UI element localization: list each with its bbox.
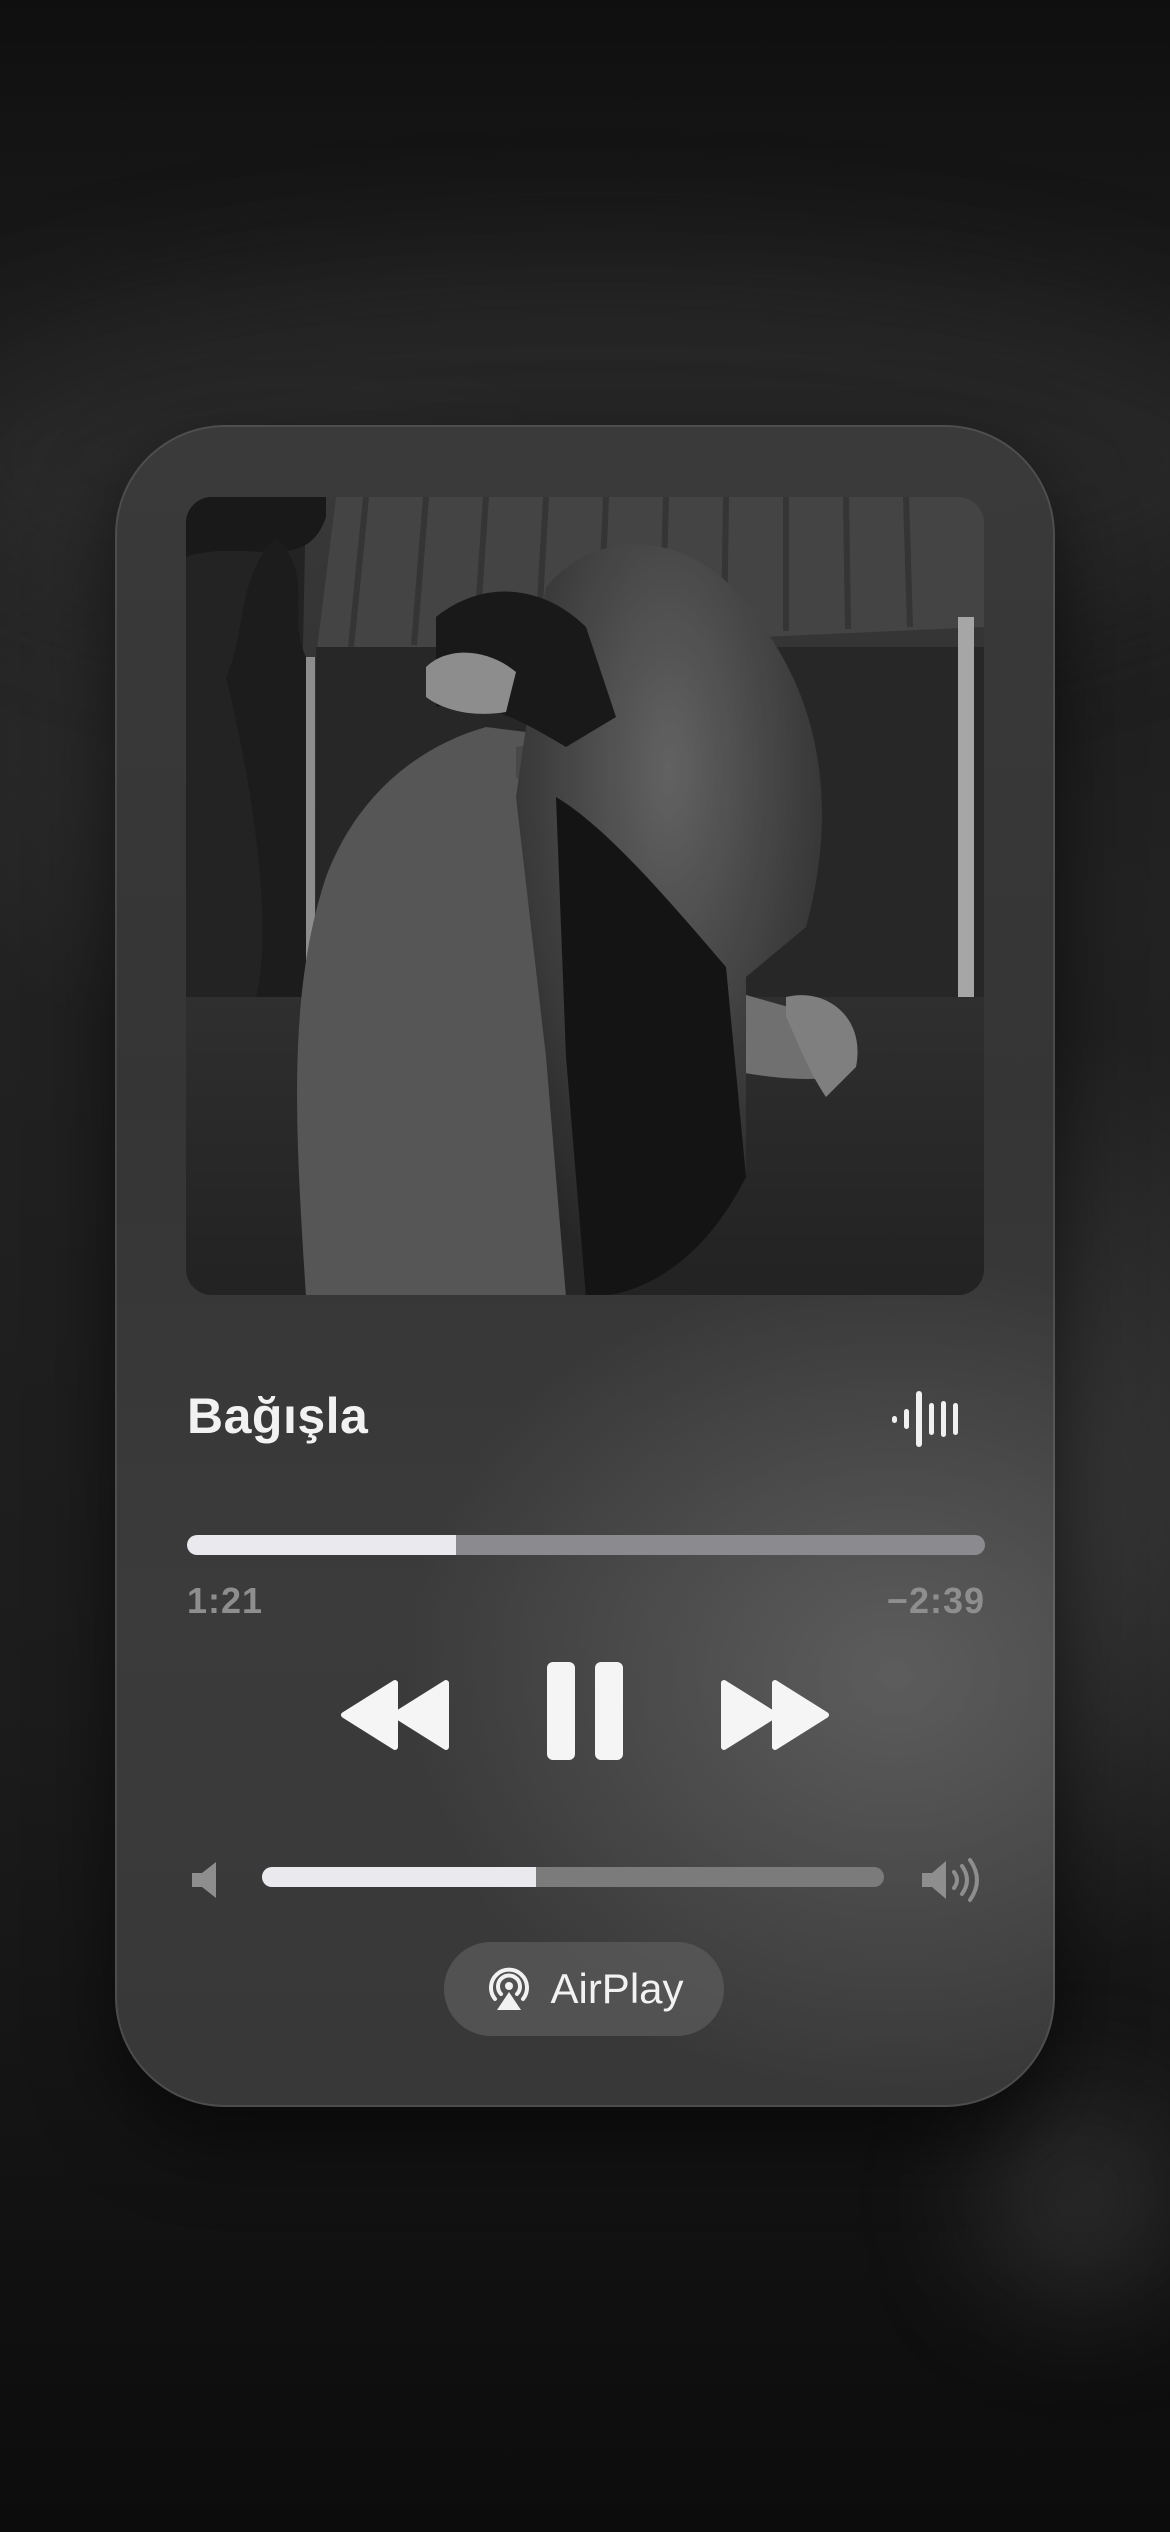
waveform-icon[interactable] — [890, 1389, 960, 1449]
playback-scrubber-fill — [187, 1535, 456, 1555]
volume-slider-fill — [262, 1867, 536, 1887]
speaker-low-icon — [192, 1862, 216, 1898]
volume-slider[interactable] — [262, 1867, 884, 1887]
background-blur-2 — [980, 2100, 1170, 2300]
album-artwork — [186, 497, 984, 1295]
airplay-icon — [489, 1967, 530, 2010]
airplay-button[interactable]: AirPlay — [444, 1942, 724, 2036]
rewind-icon[interactable] — [340, 1675, 450, 1755]
fast-forward-icon[interactable] — [720, 1675, 830, 1755]
playback-scrubber[interactable] — [187, 1535, 985, 1555]
airplay-label: AirPlay — [550, 1965, 684, 2012]
time-elapsed: 1:21 — [187, 1580, 264, 1621]
now-playing-card: Bağışla 1:21 −2:39 AirPlay — [115, 425, 1055, 2107]
lock-screen-background: Bağışla 1:21 −2:39 AirPlay — [0, 0, 1170, 2532]
album-artwork-image — [186, 497, 984, 1295]
pause-icon[interactable] — [545, 1660, 625, 1762]
song-title: Bağışla — [187, 1388, 369, 1444]
time-remaining: −2:39 — [886, 1580, 985, 1621]
speaker-high-icon — [922, 1858, 979, 1902]
